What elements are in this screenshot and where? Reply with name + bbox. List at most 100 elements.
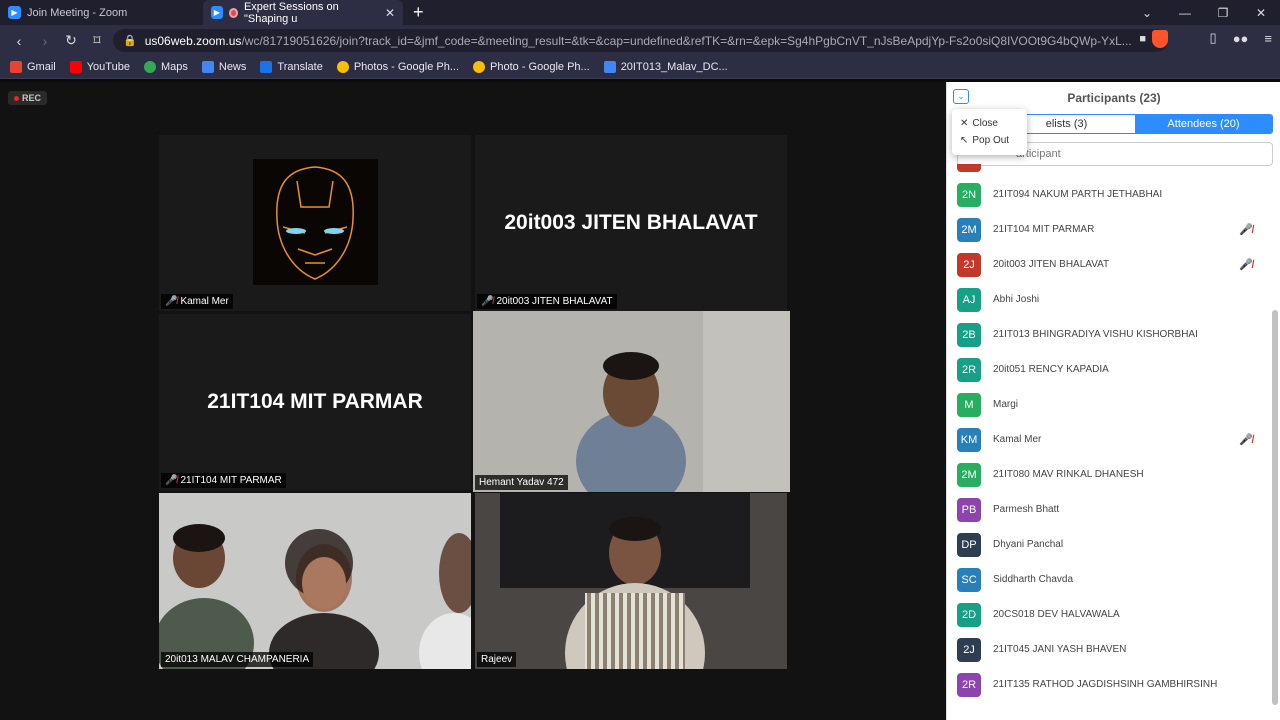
- video-tile-mit-parmar[interactable]: 21IT104 MIT PARMAR 🎤̸ 21IT104 MIT PARMAR: [159, 314, 471, 490]
- meeting-gallery: REC 🎤̸ Kamal Mer 20it003 JITEN BHALAVAT 🎤…: [0, 82, 946, 720]
- video-tile-rajeev[interactable]: Rajeev: [475, 493, 787, 669]
- participants-panel: ⌄ Participants (23) elists (3) Attendees…: [946, 82, 1280, 720]
- participant-row[interactable]: 2J 20it003 JITEN BHALAVAT 🎤̸: [947, 247, 1269, 282]
- participant-name: Abhi Joshi: [993, 294, 1040, 305]
- muted-mic-icon: 🎤̸: [165, 296, 178, 307]
- participant-name-label: 🎤̸ Kamal Mer: [161, 294, 233, 309]
- sidebar-icon[interactable]: ▯: [1210, 30, 1217, 46]
- avatar: PB: [957, 497, 981, 522]
- scrollbar[interactable]: [1272, 310, 1278, 705]
- bookmark-maps[interactable]: Maps: [143, 61, 188, 73]
- video-tile-hemant-yadav-active-speaker[interactable]: Hemant Yadav 472: [473, 311, 790, 492]
- bookmark-news[interactable]: News: [201, 61, 246, 73]
- panel-options-menu: ✕ Close ↖ Pop Out: [952, 109, 1027, 155]
- participant-row[interactable]: 2M 21IT104 MIT PARMAR 🎤̸: [947, 212, 1269, 247]
- participant-row[interactable]: 2J 21IT045 JANI YASH BHAVEN: [947, 632, 1269, 667]
- url-path: /wc/81719051626/join?track_id=&jmf_code=…: [241, 33, 1132, 48]
- avatar: 2J: [957, 252, 981, 277]
- participant-name: Siddharth Chavda: [993, 574, 1074, 585]
- muted-mic-icon: 🎤̸: [1239, 224, 1253, 236]
- partial-avatar: [957, 164, 981, 172]
- participant-row[interactable]: 2D 20CS018 DEV HALVAWALA: [947, 597, 1269, 632]
- participant-row[interactable]: KM Kamal Mer 🎤̸: [947, 422, 1269, 457]
- brave-shield-icon[interactable]: [1152, 30, 1168, 48]
- muted-mic-icon: 🎤̸: [1239, 259, 1253, 271]
- participant-name: 20it051 RENCY KAPADIA: [993, 364, 1109, 375]
- participant-row[interactable]: 2R 20it051 RENCY KAPADIA: [947, 352, 1269, 387]
- news-icon: [201, 61, 214, 73]
- participant-row[interactable]: 2R 21IT135 RATHOD JAGDISHSINH GAMBHIRSINH: [947, 667, 1269, 702]
- participant-row[interactable]: 2M 21IT080 MAV RINKAL DHANESH: [947, 457, 1269, 492]
- photos-icon: [473, 61, 486, 73]
- address-bar[interactable]: 🔒 us06web.zoom.us /wc/81719051626/join?t…: [113, 29, 1168, 52]
- close-tab-icon[interactable]: ✕: [385, 6, 395, 20]
- menu-item-close[interactable]: ✕ Close: [952, 115, 1027, 132]
- private-glasses-icon[interactable]: ●●: [1233, 31, 1249, 46]
- avatar: 2R: [957, 357, 981, 382]
- participant-name: Dhyani Panchal: [993, 539, 1064, 550]
- participant-name: 21IT104 MIT PARMAR: [993, 224, 1095, 235]
- participant-row[interactable]: M Margi: [947, 387, 1269, 422]
- close-window-icon[interactable]: ✕: [1242, 6, 1280, 20]
- bookmark-icon[interactable]: ⌑: [84, 32, 110, 49]
- panel-header: ⌄ Participants (23): [947, 82, 1280, 112]
- recording-indicator: REC: [8, 91, 48, 105]
- reload-icon[interactable]: ↻: [58, 32, 84, 49]
- minimize-icon[interactable]: —: [1166, 6, 1204, 20]
- maximize-icon[interactable]: ❐: [1204, 6, 1242, 20]
- lock-icon: 🔒: [123, 35, 137, 47]
- tab-title: Join Meeting - Zoom: [27, 6, 128, 19]
- browser-tab-join-meeting[interactable]: ▶ Join Meeting - Zoom: [0, 0, 203, 25]
- avatar: 2D: [957, 602, 981, 627]
- participant-name: 21IT080 MAV RINKAL DHANESH: [993, 469, 1144, 480]
- avatar: 2R: [957, 672, 981, 697]
- record-dot-icon: [14, 95, 19, 101]
- close-icon: ✕: [960, 118, 969, 129]
- video-tile-jiten-bhalavat[interactable]: 20it003 JITEN BHALAVAT 🎤̸ 20it003 JITEN B…: [475, 135, 787, 311]
- participant-row[interactable]: SC Siddharth Chavda: [947, 562, 1269, 597]
- tab-attendees[interactable]: Attendees (20): [1135, 115, 1272, 133]
- bookmark-translate[interactable]: Translate: [260, 61, 323, 73]
- participant-row[interactable]: PB Parmesh Bhatt: [947, 492, 1269, 527]
- video-tile-malav-champaneria[interactable]: 20it013 MALAV CHAMPANERIA: [159, 493, 471, 669]
- recording-icon: [228, 7, 238, 18]
- participant-name: 21IT045 JANI YASH BHAVEN: [993, 644, 1127, 655]
- forward-icon[interactable]: ›: [32, 33, 58, 49]
- bookmark-gmail[interactable]: Gmail: [10, 61, 56, 73]
- window-controls: ⌄ — ❐ ✕: [1128, 0, 1280, 25]
- participant-name-label: 🎤̸ 20it003 JITEN BHALAVAT: [477, 294, 617, 309]
- muted-mic-icon: 🎤̸: [481, 296, 494, 307]
- video-tile-kamal-mer[interactable]: 🎤̸ Kamal Mer: [159, 135, 471, 311]
- menu-item-pop-out[interactable]: ↖ Pop Out: [952, 132, 1027, 149]
- menu-icon[interactable]: ≡: [1264, 31, 1272, 46]
- participant-row[interactable]: DP Dhyani Panchal: [947, 527, 1269, 562]
- participant-name: 21IT094 NAKUM PARTH JETHABHAI: [993, 189, 1163, 200]
- participant-row[interactable]: 2N 21IT094 NAKUM PARTH JETHABHAI: [947, 177, 1269, 212]
- url-host: us06web.zoom.us: [144, 33, 242, 48]
- bookmarks-bar: Gmail YouTube Maps News Translate Photos…: [0, 56, 1280, 79]
- profile-picture: [253, 159, 378, 285]
- new-tab-icon[interactable]: +: [413, 2, 424, 23]
- participant-name: 21IT135 RATHOD JAGDISHSINH GAMBHIRSINH: [993, 679, 1218, 690]
- back-icon[interactable]: ‹: [6, 33, 32, 49]
- browser-tab-expert-sessions[interactable]: ▶ Expert Sessions on "Shaping u ✕: [203, 0, 403, 25]
- participant-name-label: 20it013 MALAV CHAMPANERIA: [161, 652, 314, 667]
- bookmark-photo[interactable]: Photo - Google Ph...: [473, 61, 590, 73]
- bookmark-photos[interactable]: Photos - Google Ph...: [336, 61, 459, 73]
- tab-title: Expert Sessions on "Shaping u: [243, 0, 339, 25]
- panel-title: Participants (23): [1067, 91, 1161, 105]
- camera-icon[interactable]: ■: [1139, 33, 1146, 45]
- tab-search-icon[interactable]: ⌄: [1128, 6, 1166, 20]
- bookmark-youtube[interactable]: YouTube: [69, 61, 130, 73]
- participant-row[interactable]: 2B 21IT013 BHINGRADIYA VISHU KISHORBHAI: [947, 317, 1269, 352]
- bookmark-doc[interactable]: 20IT013_Malav_DC...: [603, 61, 728, 73]
- browser-tab-strip: ▶ Join Meeting - Zoom ▶ Expert Sessions …: [0, 0, 1280, 25]
- participant-row[interactable]: AJ Abhi Joshi: [947, 282, 1269, 317]
- camera-feed-image: [159, 493, 471, 669]
- avatar: SC: [957, 567, 981, 592]
- participant-name-label: Hemant Yadav 472: [475, 475, 568, 490]
- gmail-icon: [10, 61, 22, 73]
- avatar: M: [957, 392, 981, 417]
- muted-mic-icon: 🎤̸: [165, 475, 178, 486]
- zoom-icon: ▶: [8, 6, 21, 19]
